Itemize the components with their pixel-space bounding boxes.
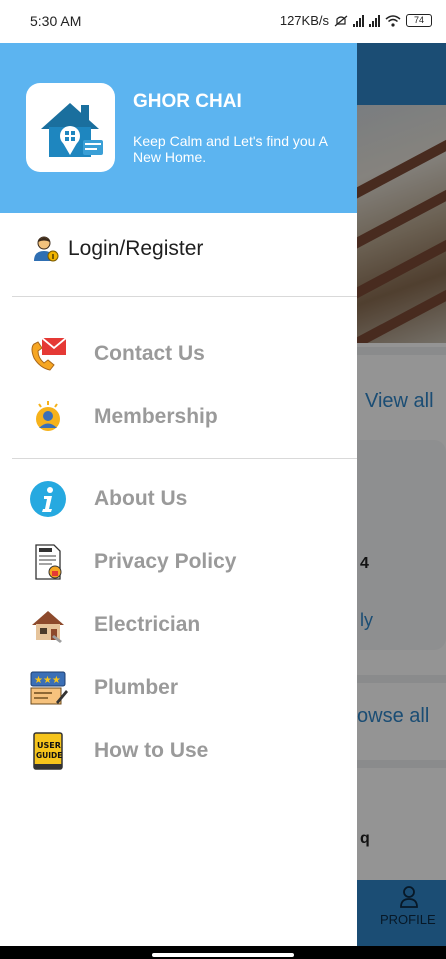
menu-label: About Us [94, 487, 188, 510]
menu-item-about-us[interactable]: About Us [28, 479, 348, 519]
divider [12, 296, 357, 297]
user-guide-icon: USER GUIDE [28, 731, 68, 771]
signal-icon [369, 14, 380, 27]
login-register-button[interactable]: Login/Register [32, 235, 203, 263]
menu-label: How to Use [94, 739, 209, 762]
menu-item-membership[interactable]: Membership [28, 397, 348, 437]
electrician-house-icon [28, 605, 68, 645]
member-avatar-icon [28, 397, 68, 437]
user-login-icon [34, 236, 59, 262]
menu-item-privacy-policy[interactable]: Privacy Policy [28, 542, 348, 582]
app-name: GHOR CHAI [133, 91, 242, 112]
app-tagline: Keep Calm and Let's find you A New Home. [133, 133, 328, 165]
info-icon [28, 479, 68, 519]
svg-text:GUIDE: GUIDE [36, 751, 62, 760]
menu-label: Electrician [94, 613, 201, 636]
mute-icon [334, 15, 348, 26]
menu-item-contact-us[interactable]: Contact Us [28, 334, 348, 374]
menu-item-how-to-use[interactable]: USER GUIDE How to Use [28, 731, 348, 771]
menu-label: Contact Us [94, 342, 205, 365]
status-time: 5:30 AM [30, 13, 82, 29]
navigation-drawer: GHOR CHAI Keep Calm and Let's find you A… [0, 43, 357, 946]
house-logo-icon [41, 103, 103, 157]
svg-text:★★★: ★★★ [34, 675, 61, 686]
menu-label: Membership [94, 405, 218, 428]
network-speed: 127KB/s [279, 13, 329, 28]
status-bar: 5:30 AM 127KB/s 74 [0, 0, 446, 43]
status-indicators: 127KB/s 74 [280, 13, 432, 28]
home-indicator[interactable] [152, 953, 294, 957]
svg-text:USER: USER [37, 741, 61, 750]
menu-label: Privacy Policy [94, 550, 237, 573]
login-register-label: Login/Register [68, 237, 204, 260]
phone-mail-icon [28, 334, 68, 374]
signal-icon [353, 14, 364, 27]
wifi-icon [385, 14, 401, 27]
menu-label: Plumber [94, 676, 179, 699]
divider [12, 458, 357, 459]
policy-document-icon [28, 542, 68, 582]
app-logo [26, 83, 115, 172]
menu-item-electrician[interactable]: Electrician [28, 605, 348, 645]
drawer-header: GHOR CHAI Keep Calm and Let's find you A… [0, 43, 357, 213]
battery-icon: 74 [406, 14, 432, 27]
menu-item-plumber[interactable]: ★★★ Plumber [28, 668, 348, 708]
plumber-rating-icon: ★★★ [28, 668, 68, 708]
